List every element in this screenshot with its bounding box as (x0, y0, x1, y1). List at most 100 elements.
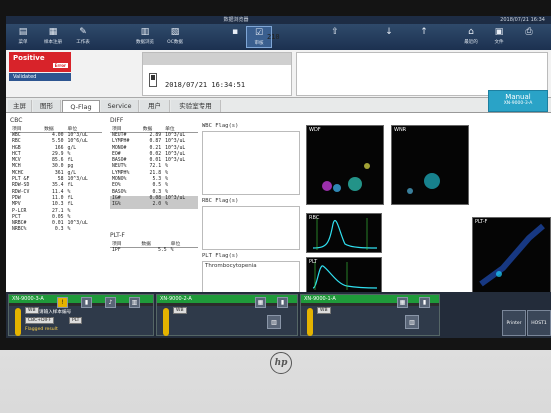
diff-title: DIFF (110, 117, 124, 124)
toolbar-down-button[interactable]: ↓ (376, 26, 402, 48)
validate-icon: ☑ (254, 27, 264, 38)
pltf-plot-label: PLT-F (475, 219, 488, 225)
toolbar-menu-button[interactable]: ▤ 菜单 (10, 26, 36, 48)
wnr-label: WNR (394, 127, 407, 133)
lymph-cluster (322, 181, 332, 191)
pltf-table: 项目 数据 单位 IPF 5.5% (110, 240, 198, 254)
unit-2-name: XN-9000-2-A (157, 295, 297, 303)
unit-xn-9000-1-a[interactable]: XN-9000-1-A ▦ ▮ WB ▥ (300, 294, 440, 336)
reagent-icon[interactable]: ▮ (81, 297, 92, 308)
error-badge: Error (52, 63, 68, 68)
speaker-icon[interactable]: ♪ (105, 297, 116, 308)
pltf-scattergram[interactable]: PLT-F (472, 217, 551, 293)
pltf-header-data: 数据 (139, 240, 169, 248)
toolbar-label: 审核 (254, 41, 264, 46)
tab-bar: 主屏 图形 Q-Flag Service 用户 实验室专用 (6, 100, 551, 112)
table-cell-item: IG% (110, 202, 141, 209)
tab-q-flag[interactable]: Q-Flag (62, 100, 100, 112)
wdf-scattergram[interactable]: WDF (306, 125, 384, 205)
table-cell-unit: % (170, 248, 174, 253)
tab-service[interactable]: Service (101, 100, 139, 112)
table-row: IPF 5.5% (110, 248, 198, 255)
table-cell-unit: % (163, 202, 198, 209)
wdf-dots (322, 163, 370, 192)
manual-mode-button[interactable]: Manual XN-9000-3-A (488, 90, 548, 112)
unit-1-rack-icon[interactable]: ▦ (397, 297, 408, 308)
upload-icon: ⇧ (331, 26, 339, 37)
record-icon: ▪ (231, 26, 239, 37)
unit-3-plt-tag: PLT (69, 317, 83, 324)
host1-button[interactable]: HOST1 (527, 310, 551, 336)
tab-graph[interactable]: 图形 (33, 100, 61, 112)
unit-2-substrip (157, 303, 297, 306)
tab-user[interactable]: 用户 (140, 100, 170, 112)
rbc-flags-title: RBC Flag(s) (202, 198, 239, 204)
wbc-flags-box (202, 131, 300, 195)
toolbar-file-button[interactable]: ▣ 文件 (486, 26, 512, 48)
neut-cluster (348, 177, 362, 191)
table-row: NRBC% 0.3% (10, 227, 102, 233)
toolbar-upload-button[interactable]: ⇧ (322, 26, 348, 48)
unit-2-rack-icon[interactable]: ▦ (255, 297, 266, 308)
plt-distribution-line (312, 265, 378, 289)
results-chart-icon[interactable]: ▥ (129, 297, 140, 308)
instrument-status-bar: XN-9000-3-A ! ▮ ♪ ▥ WB 请输入样本编号 CBC+DIFF … (6, 292, 551, 338)
toolbar-label: 菜单 (18, 40, 28, 45)
table-cell-value: 5.5 (157, 248, 167, 253)
toolbar-worksheet-button[interactable]: ✎ 工作表 (70, 26, 96, 48)
sample-id-field[interactable] (143, 53, 291, 65)
cbc-header-unit: 单位 (65, 125, 102, 133)
tab-lab[interactable]: 实验室专用 (171, 100, 221, 112)
unit-3-message: 请输入样本编号 (39, 310, 72, 315)
table-cell-value: 0.3 (54, 227, 64, 233)
unit-2-reagent-icon[interactable]: ▮ (277, 297, 288, 308)
up-icon: ↑ (420, 26, 428, 37)
pltf-header-item: 项目 (110, 240, 140, 248)
unit-3-profile-tag: CBC+DIFF (25, 317, 55, 324)
unit-xn-9000-2-a[interactable]: XN-9000-2-A ▦ ▮ WB ▥ (156, 294, 298, 336)
sample-header: Positive Error Validated 2018/07/21 16:34… (6, 33, 551, 98)
table-row: IG% 2.0% (110, 202, 198, 209)
toolbar-browser-button[interactable]: ▥ 数据浏览 (132, 26, 158, 48)
rbc-histogram[interactable]: RBC (306, 213, 382, 253)
manual-label: Manual (505, 93, 531, 101)
printer-button[interactable]: Printer (502, 310, 526, 336)
toolbar-up-button[interactable]: ↑ (411, 26, 437, 48)
unit-3-wb-tag: WB (25, 307, 39, 314)
unit-2-results-chart-icon[interactable]: ▥ (267, 315, 281, 329)
results-panel: CBC 项目 数据 单位 WBC 4.00 10^3/uL RBC 5.50 10^6/u… (6, 112, 551, 293)
toolbar-print-button[interactable]: ⎙ (516, 26, 542, 48)
toolbar-label: 数据浏览 (136, 40, 154, 45)
plt-flags-title: PLT Flag(s) (202, 253, 239, 259)
unit-1-reagent-icon[interactable]: ▮ (419, 297, 430, 308)
worklist-icon: ▦ (48, 26, 58, 37)
cbc-table: 项目 数据 单位 WBC 4.00 10^3/uL RBC 5.50 10^6/uL HGB… (10, 125, 102, 234)
unit-xn-9000-3-a[interactable]: XN-9000-3-A ! ▮ ♪ ▥ WB 请输入样本编号 CBC+DIFF … (8, 294, 154, 336)
validated-badge: Validated (9, 73, 71, 81)
toolbar-recent-button[interactable]: ⌂ 最近的 (458, 26, 484, 48)
pltf-title: PLT-F (110, 232, 125, 239)
toolbar-label: 文件 (494, 40, 504, 45)
print-icon: ⎙ (525, 26, 533, 37)
warning-icon[interactable]: ! (57, 297, 68, 308)
rbc-distribution-line (312, 220, 378, 249)
toolbar-qc-button[interactable]: ▧ OC数据 (162, 26, 188, 48)
wnr-scattergram[interactable]: WNR (391, 125, 469, 205)
unit-1-results-chart-icon[interactable]: ▥ (405, 315, 419, 329)
toolbar-register-button[interactable]: ▦ 样本注册 (40, 26, 66, 48)
measure-datetime: 2018/07/21 16:34:51 (165, 81, 246, 89)
recent-icon: ⌂ (468, 26, 474, 37)
ipf-cluster (496, 271, 502, 277)
tab-main[interactable]: 主屏 (8, 100, 32, 112)
qc-icon: ▧ (170, 26, 180, 37)
toolbar-separator-icon-slot: ▪ (222, 26, 248, 48)
photo-stage: hp 数据浏览器 2018/07/21 16:34 ▤ 菜单 ▦ 样本注册 ✎ 工作表… (0, 0, 551, 413)
table-cell-item: NRBC% (12, 227, 27, 233)
unit-2-indicator (163, 308, 169, 336)
plt-histogram[interactable]: PLT (306, 257, 382, 293)
title-bar: 数据浏览器 2018/07/21 16:34 (6, 16, 551, 24)
status-label: Positive (13, 54, 45, 62)
toolbar-label: 样本注册 (44, 40, 62, 45)
plt-flag-thrombocytopenia: Thrombocytopenia (205, 263, 257, 269)
positive-badge: Positive Error (9, 52, 71, 72)
